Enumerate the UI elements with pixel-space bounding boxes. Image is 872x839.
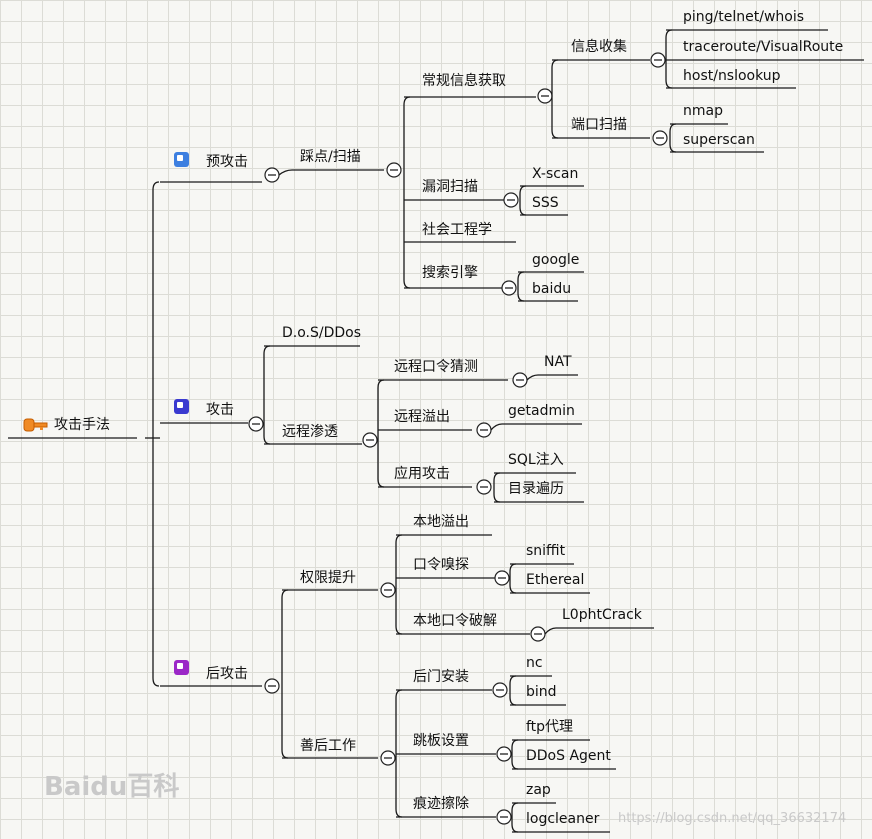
privesc-spine xyxy=(395,534,403,635)
attack-spine xyxy=(263,345,271,445)
node-local-crack: 本地口令破解 xyxy=(413,613,497,629)
node-nmap: nmap xyxy=(683,103,723,119)
node-ethereal: Ethereal xyxy=(526,572,585,588)
node-sqli: SQL注入 xyxy=(508,452,564,468)
node-traceroute: traceroute/VisualRoute xyxy=(683,39,844,55)
node-sss: SSS xyxy=(532,195,559,211)
post-attack-spine xyxy=(281,589,289,759)
phase-pre-attack-icon xyxy=(174,152,189,167)
node-local-overflow: 本地溢出 xyxy=(413,514,469,530)
connector-curve xyxy=(526,374,539,381)
collapse-port-scan-icon[interactable] xyxy=(652,130,668,146)
node-remote-overflow: 远程溢出 xyxy=(394,409,450,425)
node-nat: NAT xyxy=(544,354,572,370)
node-search: 搜索引擎 xyxy=(422,265,478,281)
collapse-aftermath-icon[interactable] xyxy=(380,750,396,766)
phase-attack: 攻击 xyxy=(206,402,234,418)
node-ddos-agent: DDoS Agent xyxy=(526,748,611,764)
node-privesc: 权限提升 xyxy=(300,570,356,586)
node-pivot: 跳板设置 xyxy=(413,733,469,749)
phase-post-attack-icon xyxy=(174,660,189,675)
collapse-toggle-icon[interactable] xyxy=(530,626,546,642)
collapse-toggle-icon[interactable] xyxy=(476,422,492,438)
root-key-icon xyxy=(22,417,50,433)
connector-curve xyxy=(511,739,519,770)
connector-curve xyxy=(509,563,517,594)
port-scan-spine xyxy=(669,123,677,153)
node-dos: D.o.S/DDos xyxy=(282,325,362,341)
collapse-recon-icon[interactable] xyxy=(386,162,402,178)
node-baidu: baidu xyxy=(532,281,572,297)
phase-attack-icon xyxy=(174,399,189,414)
node-pw-guess: 远程口令猜测 xyxy=(394,359,478,375)
baidu-watermark-logo: Baidu百科 xyxy=(44,772,180,802)
node-info-collect: 信息收集 xyxy=(571,39,627,55)
connector-curve xyxy=(490,423,503,431)
node-host: host/nslookup xyxy=(683,68,781,84)
node-l0pht: L0phtCrack xyxy=(562,607,642,623)
node-recon: 踩点/扫描 xyxy=(300,149,361,165)
node-google: google xyxy=(532,252,580,268)
connector-curve xyxy=(509,675,517,706)
node-remote-pen: 远程渗透 xyxy=(282,424,338,440)
node-zap: zap xyxy=(526,782,551,798)
node-backdoor: 后门安装 xyxy=(413,669,469,685)
connector-curve xyxy=(544,627,557,635)
node-aftermath: 善后工作 xyxy=(300,738,356,754)
node-pw-sniff: 口令嗅探 xyxy=(413,557,469,573)
phase-post-attack: 后攻击 xyxy=(206,666,248,682)
collapse-toggle-icon[interactable] xyxy=(512,372,528,388)
collapse-search-icon[interactable] xyxy=(501,280,517,296)
node-app-attack: 应用攻击 xyxy=(394,466,450,482)
node-nc: nc xyxy=(526,655,543,671)
collapse-info-collect-icon[interactable] xyxy=(650,52,666,68)
collapse-vuln-scan-icon[interactable] xyxy=(503,192,519,208)
node-social: 社会工程学 xyxy=(422,222,492,238)
collapse-remote-pen-icon[interactable] xyxy=(362,432,378,448)
csdn-watermark-url: https://blog.csdn.net/qq_36632174 xyxy=(618,811,847,826)
node-logcleaner: logcleaner xyxy=(526,811,600,827)
collapse-toggle-icon[interactable] xyxy=(476,479,492,495)
routine-spine xyxy=(551,59,559,139)
phase-pre-attack: 预攻击 xyxy=(206,154,248,170)
remote-pen-spine xyxy=(377,379,385,488)
collapse-pre-attack-icon[interactable] xyxy=(264,167,280,183)
node-erase: 痕迹擦除 xyxy=(413,796,469,812)
node-getadmin: getadmin xyxy=(508,403,575,419)
connector-curve xyxy=(278,169,293,176)
node-ftp-proxy: ftp代理 xyxy=(526,719,574,735)
node-xscan: X-scan xyxy=(532,166,579,182)
connector-curve xyxy=(519,185,527,216)
collapse-toggle-icon[interactable] xyxy=(494,570,510,586)
root-label: 攻击手法 xyxy=(54,417,110,433)
node-ping: ping/telnet/whois xyxy=(683,9,805,25)
node-dir-traverse: 目录遍历 xyxy=(508,481,564,497)
connector-curve xyxy=(517,271,525,302)
collapse-routine-info-icon[interactable] xyxy=(537,88,553,104)
collapse-toggle-icon[interactable] xyxy=(492,682,508,698)
connector-curve xyxy=(493,472,501,503)
connector-curve xyxy=(511,802,519,833)
info-collect-spine xyxy=(665,29,673,89)
node-sniffit: sniffit xyxy=(526,543,566,559)
recon-spine xyxy=(403,96,411,289)
node-bind: bind xyxy=(526,684,557,700)
node-superscan: superscan xyxy=(683,132,755,148)
collapse-toggle-icon[interactable] xyxy=(496,809,512,825)
node-port-scan: 端口扫描 xyxy=(571,117,627,133)
collapse-attack-icon[interactable] xyxy=(248,416,264,432)
node-routine-info: 常规信息获取 xyxy=(422,73,506,89)
root-spine xyxy=(152,181,160,687)
collapse-toggle-icon[interactable] xyxy=(496,746,512,762)
collapse-privesc-icon[interactable] xyxy=(380,582,396,598)
node-vuln-scan: 漏洞扫描 xyxy=(422,179,478,195)
collapse-post-attack-icon[interactable] xyxy=(264,678,280,694)
